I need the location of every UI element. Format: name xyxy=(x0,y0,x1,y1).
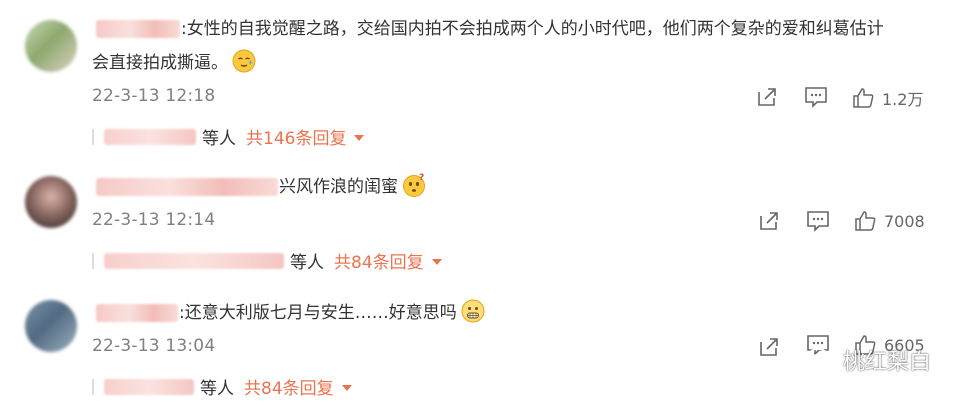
comment-text-continued: 会直接拍成撕逼。 xyxy=(92,48,256,78)
username-redacted[interactable] xyxy=(96,178,278,196)
chevron-down-icon[interactable] xyxy=(354,134,365,141)
comment-text-line2: 会直接拍成撕逼。 xyxy=(92,53,228,73)
reply-users-redacted xyxy=(104,128,196,145)
comment-item-1: :女性的自我觉醒之路，交给国内拍不会拍成两个人的小时代吧，他们两个复杂的爱和纠葛… xyxy=(0,0,953,160)
thumbs-up-icon xyxy=(855,211,876,231)
share-button[interactable] xyxy=(756,86,778,108)
share-button[interactable] xyxy=(758,210,780,232)
comment-time: 22-3-13 13:04 xyxy=(92,336,216,356)
like-count: 7008 xyxy=(884,211,925,231)
comment-item-3: :还意大利版七月与安生……好意思吗 22-3-13 13:04 6605 等人 … xyxy=(0,280,953,405)
wechat-icon xyxy=(807,348,836,371)
reply-count-link[interactable]: 共84条回复 xyxy=(334,248,424,273)
comment-icon xyxy=(805,87,827,108)
reply-users-redacted xyxy=(104,252,284,269)
username-redacted[interactable] xyxy=(96,20,180,38)
reply-divider xyxy=(92,252,94,269)
comment-icon xyxy=(807,211,829,232)
comment-button[interactable] xyxy=(804,86,828,108)
comment-button[interactable] xyxy=(806,210,830,232)
watermark: 桃红梨白 xyxy=(807,344,931,376)
like-button[interactable]: 7008 xyxy=(854,210,925,232)
share-button[interactable] xyxy=(758,336,780,358)
comment-text: :女性的自我觉醒之路，交给国内拍不会拍成两个人的小时代吧，他们两个复杂的爱和纠葛… xyxy=(181,19,884,39)
avatar[interactable] xyxy=(25,176,77,228)
comment-time: 22-3-13 12:18 xyxy=(92,86,216,106)
avatar[interactable] xyxy=(25,300,77,352)
reply-others-label: 等人 xyxy=(202,129,236,149)
watermark-text: 桃红梨白 xyxy=(842,350,931,375)
comment-text: 兴风作浪的闺蜜 ? xyxy=(279,172,426,202)
comment-item-2: 兴风作浪的闺蜜 ? 22-3-13 12:14 7008 等人 共84条回复 xyxy=(0,160,953,280)
reply-summary[interactable]: 等人 共84条回复 xyxy=(92,248,442,273)
comment-time: 22-3-13 12:14 xyxy=(92,210,216,230)
reply-others-label: 等人 xyxy=(290,253,324,273)
username-redacted[interactable] xyxy=(96,304,178,322)
comment-text-line1: 兴风作浪的闺蜜 xyxy=(279,177,398,197)
like-button[interactable]: 1.2万 xyxy=(852,86,923,110)
share-icon xyxy=(760,212,778,230)
comment-text: :还意大利版七月与安生……好意思吗 xyxy=(179,298,485,328)
reply-divider xyxy=(92,128,94,145)
like-count: 1.2万 xyxy=(882,90,924,109)
reply-summary[interactable]: 等人 共146条回复 xyxy=(92,124,365,149)
reply-count-link[interactable]: 共84条回复 xyxy=(244,374,334,399)
share-icon xyxy=(760,338,778,356)
chevron-down-icon[interactable] xyxy=(431,258,442,265)
grimace-emoji-icon xyxy=(461,299,485,323)
reply-divider xyxy=(92,378,94,395)
reply-others-label: 等人 xyxy=(200,379,234,399)
thumbs-up-icon xyxy=(853,88,874,108)
share-icon xyxy=(758,88,776,106)
avatar[interactable] xyxy=(25,20,77,72)
reply-users-redacted xyxy=(104,378,194,395)
chevron-down-icon[interactable] xyxy=(341,384,352,391)
sweat-smile-emoji-icon xyxy=(232,49,256,73)
reply-summary[interactable]: 等人 共84条回复 xyxy=(92,374,352,399)
reply-count-link[interactable]: 共146条回复 xyxy=(246,124,346,149)
thinking-emoji-icon: ? xyxy=(403,173,425,197)
comment-text-line1: :还意大利版七月与安生……好意思吗 xyxy=(179,303,457,323)
svg-text:?: ? xyxy=(419,173,424,183)
